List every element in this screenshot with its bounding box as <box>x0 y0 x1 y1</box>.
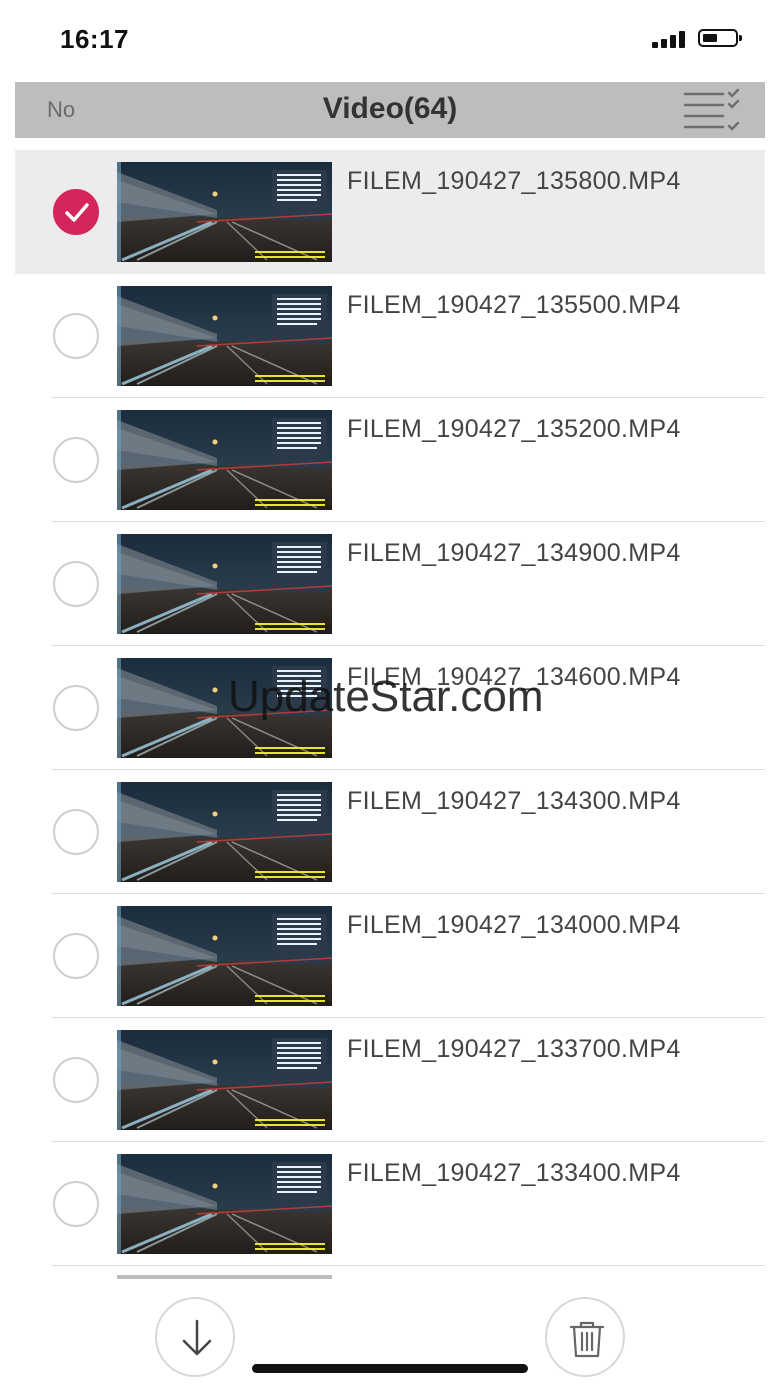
video-thumbnail[interactable] <box>117 1154 332 1254</box>
checkmark-icon <box>65 203 89 222</box>
status-bar: 16:17 <box>0 0 780 80</box>
home-indicator <box>252 1364 528 1373</box>
unselected-checkbox[interactable] <box>53 1057 99 1103</box>
unselected-checkbox[interactable] <box>53 437 99 483</box>
nav-bar: No Video(64) <box>15 82 765 138</box>
selected-checkbox[interactable] <box>53 189 99 235</box>
signal-strength-icon <box>652 30 688 48</box>
video-thumbnail[interactable] <box>117 1030 332 1130</box>
list-item[interactable]: FILEM_190427_134000.MP4 <box>0 894 780 1018</box>
file-name: FILEM_190427_133700.MP4 <box>347 1035 681 1063</box>
file-name: FILEM_190427_134900.MP4 <box>347 539 681 567</box>
file-name: FILEM_190427_135800.MP4 <box>347 167 681 195</box>
page-title: Video(64) <box>322 92 458 125</box>
unselected-checkbox[interactable] <box>53 561 99 607</box>
video-thumbnail[interactable] <box>117 534 332 634</box>
unselected-checkbox[interactable] <box>53 685 99 731</box>
unselected-checkbox[interactable] <box>53 313 99 359</box>
video-thumbnail[interactable] <box>117 782 332 882</box>
video-thumbnail[interactable] <box>117 906 332 1006</box>
download-button[interactable] <box>155 1297 235 1377</box>
list-item[interactable]: FILEM_190427_134300.MP4 <box>0 770 780 894</box>
file-name: FILEM_190427_134300.MP4 <box>347 787 681 815</box>
status-time: 16:17 <box>60 24 129 54</box>
file-name: FILEM_190427_135200.MP4 <box>347 415 681 443</box>
file-name: FILEM_190427_134000.MP4 <box>347 911 681 939</box>
video-thumbnail[interactable] <box>117 162 332 262</box>
download-arrow-icon <box>182 1319 212 1356</box>
list-item[interactable]: FILEM_190427_135500.MP4 <box>0 274 780 398</box>
list-item[interactable]: FILEM_190427_133700.MP4 <box>0 1018 780 1142</box>
unselected-checkbox[interactable] <box>53 1181 99 1227</box>
video-thumbnail[interactable] <box>117 410 332 510</box>
list-item[interactable]: FILEM_190427_135800.MP4 <box>15 150 765 274</box>
file-name: FILEM_190427_133400.MP4 <box>347 1159 681 1187</box>
trash-icon <box>569 1321 605 1358</box>
unselected-checkbox[interactable] <box>53 809 99 855</box>
list-item[interactable]: FILEM_190427_135200.MP4 <box>0 398 780 522</box>
unselected-checkbox[interactable] <box>53 933 99 979</box>
list-item[interactable]: FILEM_190427_134900.MP4 <box>0 522 780 646</box>
delete-button[interactable] <box>545 1297 625 1377</box>
watermark: UpdateStar.com <box>228 672 544 721</box>
row-divider <box>52 1265 765 1266</box>
file-name: FILEM_190427_135500.MP4 <box>347 291 681 319</box>
list-item[interactable]: FILEM_190427_133400.MP4 <box>0 1142 780 1266</box>
partial-thumbnail <box>117 1275 332 1279</box>
checklist-icon[interactable] <box>683 88 743 132</box>
battery-icon <box>698 29 742 47</box>
video-thumbnail[interactable] <box>117 286 332 386</box>
